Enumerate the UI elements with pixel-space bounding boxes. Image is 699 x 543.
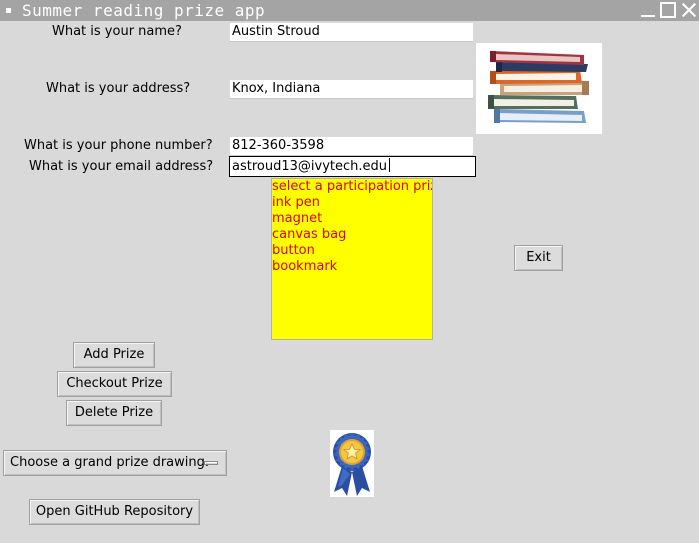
list-item[interactable]: canvas bag — [272, 227, 432, 243]
open-github-repository-button[interactable]: Open GitHub Repository — [29, 499, 200, 525]
address-input-value: Knox, Indiana — [232, 81, 321, 96]
text-caret — [388, 158, 390, 172]
name-input-value: Austin Stroud — [232, 24, 320, 39]
phone-input-value: 812-360-3598 — [232, 138, 325, 153]
address-label: What is your address? — [46, 81, 191, 96]
email-input[interactable]: astroud13@ivytech.edu — [229, 156, 476, 177]
name-label: What is your name? — [52, 24, 182, 39]
stack-of-books-icon — [488, 51, 589, 123]
delete-prize-button[interactable]: Delete Prize — [66, 400, 162, 426]
grand-prize-dropdown[interactable]: Choose a grand prize drawing. — [3, 450, 227, 476]
award-ribbon-icon — [333, 433, 371, 496]
phone-label: What is your phone number? — [24, 138, 213, 153]
phone-input[interactable]: 812-360-3598 — [229, 136, 474, 156]
maximize-icon[interactable] — [660, 2, 676, 18]
list-item[interactable]: ink pen — [272, 195, 432, 211]
close-icon[interactable] — [681, 2, 697, 18]
grand-prize-dropdown-value: Choose a grand prize drawing. — [10, 455, 210, 470]
email-label: What is your email address? — [29, 159, 214, 174]
list-item[interactable]: button — [272, 243, 432, 259]
email-input-value: astroud13@ivytech.edu — [232, 159, 387, 174]
participation-prize-list[interactable]: select a participation prize ink pen mag… — [271, 178, 433, 340]
window-title: Summer reading prize app — [22, 1, 266, 20]
address-input[interactable]: Knox, Indiana — [229, 79, 474, 99]
books-image — [476, 43, 602, 134]
award-ribbon-image — [330, 430, 374, 497]
window-menu-icon[interactable] — [6, 8, 11, 13]
list-item[interactable]: bookmark — [272, 259, 432, 275]
list-item[interactable]: select a participation prize — [272, 179, 432, 195]
dropdown-indicator-icon — [204, 461, 218, 465]
name-input[interactable]: Austin Stroud — [229, 22, 474, 42]
checkout-prize-button[interactable]: Checkout Prize — [57, 371, 172, 397]
minimize-icon[interactable] — [640, 2, 656, 18]
list-item[interactable]: magnet — [272, 211, 432, 227]
window-titlebar[interactable]: Summer reading prize app — [0, 0, 699, 21]
add-prize-button[interactable]: Add Prize — [73, 342, 155, 368]
exit-button[interactable]: Exit — [514, 245, 563, 271]
